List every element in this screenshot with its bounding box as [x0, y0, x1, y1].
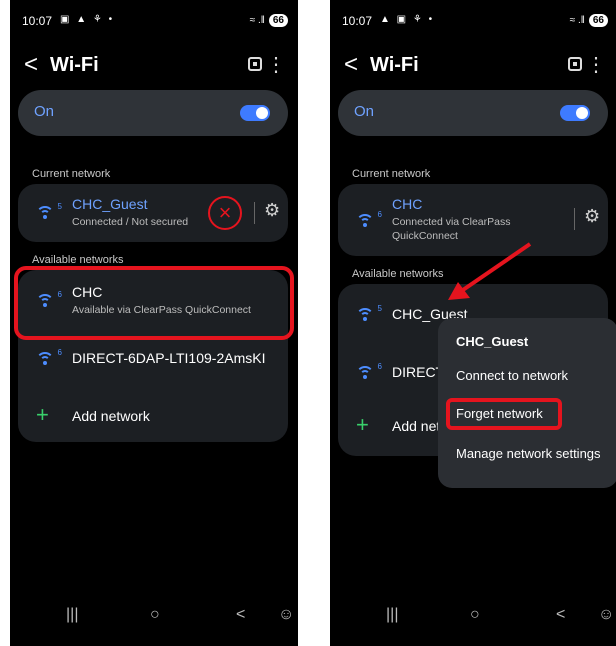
wifi-signal-icon: 5 [34, 202, 62, 222]
page-title: Wi-Fi [50, 54, 99, 76]
gear-icon[interactable]: ⚙ [264, 200, 280, 221]
status-bar: 10:07 ▲ ▣ ⚘ • ≈ .‖ 66 [342, 14, 608, 32]
current-network-status: Connected / Not secured [72, 216, 189, 228]
wifi-toggle-switch[interactable] [240, 105, 270, 121]
system-nav-bar: ||| ○ < ☺ [10, 606, 298, 630]
nav-back-button[interactable]: < [556, 606, 565, 624]
app-bar: < Wi-Fi ⋮ [330, 50, 616, 80]
current-network-name: CHC_Guest [72, 196, 148, 212]
more-options-icon[interactable]: ⋮ [586, 50, 606, 80]
wifi-toggle-switch[interactable] [560, 105, 590, 121]
status-notification-icons: ▣ ▲ ⚘ • [60, 14, 115, 25]
system-nav-bar: ||| ○ < ☺ [330, 606, 616, 630]
battery-icon: 66 [588, 14, 608, 27]
page-title: Wi-Fi [370, 54, 419, 76]
back-arrow-icon[interactable]: < [344, 50, 358, 80]
add-network-label: Add net [392, 418, 441, 434]
current-network-status-line1: Connected via ClearPass [392, 216, 511, 228]
accessibility-icon[interactable]: ☺ [278, 606, 294, 624]
qr-code-icon[interactable] [248, 57, 262, 71]
current-network-name: CHC [392, 196, 423, 212]
app-bar: < Wi-Fi ⋮ [10, 50, 298, 80]
current-network-header: Current network [352, 168, 431, 180]
context-menu-title: CHC_Guest [456, 334, 529, 349]
current-network-card[interactable]: 5 CHC_Guest Connected / Not secured × ⚙ [18, 184, 288, 242]
wifi-signal-icon: 5 [354, 304, 382, 324]
qr-code-icon[interactable] [568, 57, 582, 71]
current-network-status-line2: QuickConnect [392, 230, 458, 242]
nav-back-button[interactable]: < [236, 606, 245, 624]
status-time: 10:07 [342, 14, 373, 28]
phone-screen-left: 10:07 ▣ ▲ ⚘ • ≈ .‖ 66 < Wi-Fi ⋮ On Curre… [10, 0, 298, 646]
network-name: DIRECT [392, 364, 445, 380]
more-options-icon[interactable]: ⋮ [266, 50, 286, 80]
divider [254, 202, 255, 224]
connect-to-network-item[interactable]: Connect to network [456, 368, 568, 383]
status-time: 10:07 [22, 14, 53, 28]
wifi-master-toggle-row[interactable]: On [18, 90, 288, 136]
wifi-toggle-label: On [354, 103, 375, 120]
home-button[interactable]: ○ [470, 606, 480, 624]
wifi-toggle-label: On [34, 103, 55, 120]
current-network-card[interactable]: 6 CHC Connected via ClearPass QuickConne… [338, 184, 608, 256]
add-network-label: Add network [72, 408, 150, 424]
add-icon: + [36, 402, 49, 427]
recents-button[interactable]: ||| [386, 606, 398, 624]
wifi-secured-icon: 6 [34, 348, 62, 368]
signal-icon: ≈ .‖ [249, 15, 265, 26]
available-networks-header: Available networks [352, 268, 444, 280]
add-icon: + [356, 412, 369, 437]
wifi-master-toggle-row[interactable]: On [338, 90, 608, 136]
manage-network-settings-item[interactable]: Manage network settings [456, 446, 601, 461]
status-bar: 10:07 ▣ ▲ ⚘ • ≈ .‖ 66 [22, 14, 288, 32]
gear-icon[interactable]: ⚙ [584, 206, 600, 227]
forget-highlight-box [446, 398, 562, 430]
status-notification-icons: ▲ ▣ ⚘ • [380, 14, 435, 25]
current-network-header: Current network [32, 168, 111, 180]
battery-icon: 66 [268, 14, 288, 27]
wifi-secured-icon: 6 [354, 210, 382, 230]
close-icon: × [208, 196, 242, 230]
home-button[interactable]: ○ [150, 606, 160, 624]
recents-button[interactable]: ||| [66, 606, 78, 624]
accessibility-icon[interactable]: ☺ [598, 606, 614, 624]
back-arrow-icon[interactable]: < [24, 50, 38, 80]
available-networks-header: Available networks [32, 254, 124, 266]
highlight-box [14, 266, 294, 340]
signal-icon: ≈ .‖ [569, 15, 585, 26]
phone-screen-right: 10:07 ▲ ▣ ⚘ • ≈ .‖ 66 < Wi-Fi ⋮ On Curre… [330, 0, 616, 646]
network-name: DIRECT-6DAP-LTI109-2AmsKI [72, 350, 266, 366]
divider [574, 208, 575, 230]
network-context-menu: CHC_Guest Connect to network Forget netw… [438, 318, 616, 488]
wifi-secured-icon: 6 [354, 362, 382, 382]
